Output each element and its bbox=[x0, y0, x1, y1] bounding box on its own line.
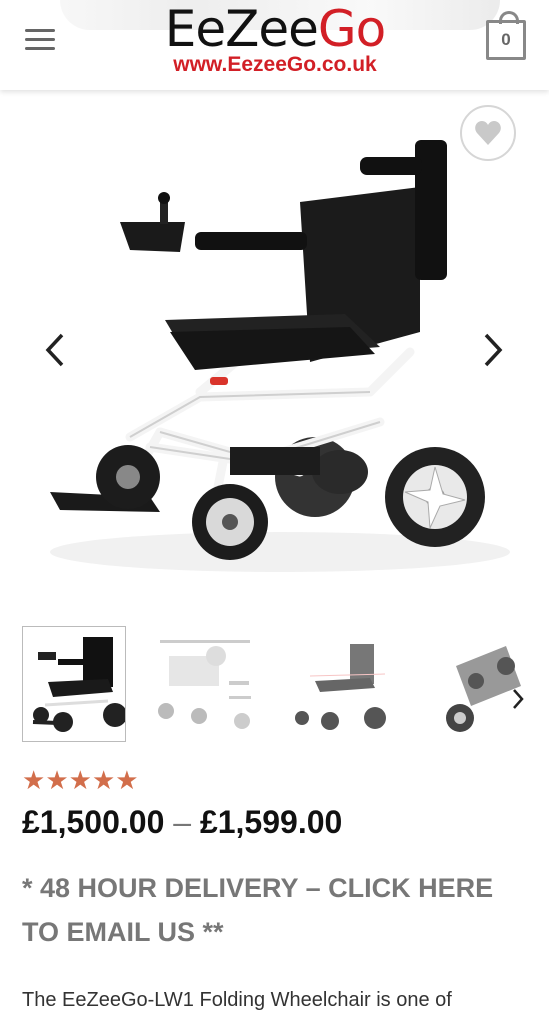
star-icon: ★ bbox=[115, 766, 139, 796]
price-low: £1,500.00 bbox=[22, 804, 165, 840]
thumbnail-2[interactable] bbox=[154, 626, 258, 742]
star-icon: ★ bbox=[91, 766, 116, 796]
heart-icon[interactable] bbox=[460, 105, 516, 161]
wheelchair-image bbox=[50, 140, 510, 572]
thumbnail-3[interactable] bbox=[290, 626, 394, 742]
price-separator: – bbox=[173, 804, 192, 840]
logo-url: www.EezeeGo.co.uk bbox=[173, 53, 377, 76]
cart-count: 0 bbox=[501, 30, 511, 49]
product-description: The EeZeeGo-LW1 Folding Wheelchair is on… bbox=[22, 989, 452, 1011]
hamburger-menu-icon[interactable] bbox=[25, 29, 55, 51]
star-icon: ★ bbox=[22, 766, 46, 796]
thumbnail-1[interactable] bbox=[22, 626, 127, 742]
thumbnail-strip bbox=[22, 626, 530, 744]
cart-icon[interactable]: 0 bbox=[486, 11, 526, 60]
star-rating[interactable]: ★ ★ ★ ★ ★ bbox=[22, 766, 139, 796]
product-main-image[interactable] bbox=[0, 92, 549, 602]
star-icon: ★ bbox=[45, 766, 69, 796]
product-price: £1,500.00 – £1,599.00 bbox=[22, 804, 342, 841]
chevron-left-icon[interactable] bbox=[40, 330, 70, 370]
thumbnail-next-icon[interactable] bbox=[505, 684, 531, 714]
site-logo[interactable]: EeZeeGo www.EezeeGo.co.uk bbox=[140, 2, 410, 82]
chevron-right-icon[interactable] bbox=[478, 330, 508, 370]
site-header: EeZeeGo www.EezeeGo.co.uk 0 bbox=[0, 0, 549, 90]
star-icon: ★ bbox=[68, 766, 92, 796]
logo-wordmark: EeZeeGo bbox=[164, 0, 386, 58]
rear-wheel bbox=[385, 447, 485, 547]
delivery-email-link[interactable]: * 48 HOUR DELIVERY – CLICK HERE TO EMAIL… bbox=[22, 866, 522, 954]
price-high: £1,599.00 bbox=[199, 804, 343, 840]
